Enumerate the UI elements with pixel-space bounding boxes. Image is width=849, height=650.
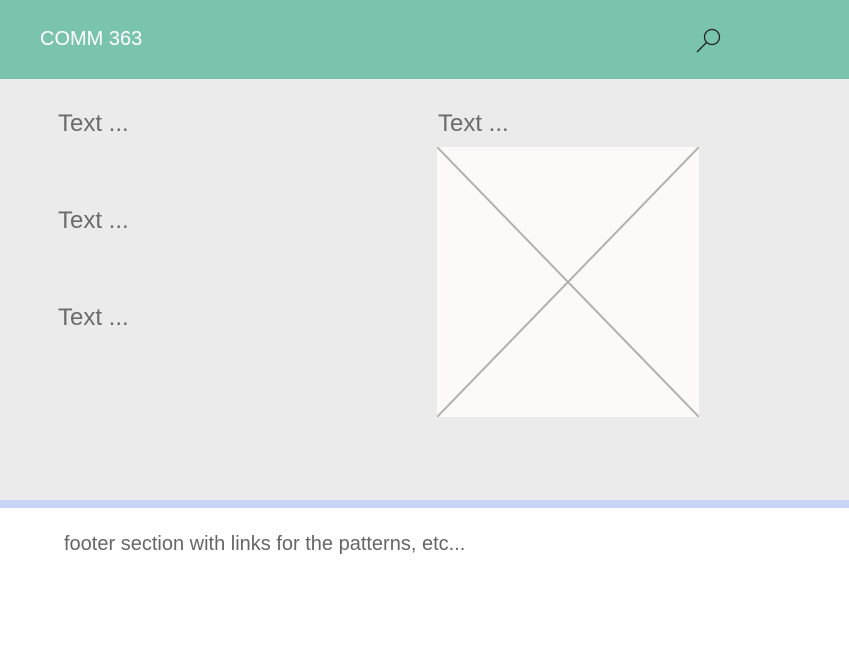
right-text-label: Text ... [438,110,509,137]
footer: footer section with links for the patter… [0,508,849,650]
search-icon[interactable] [695,27,723,53]
site-title[interactable]: COMM 363 [40,27,142,51]
main-content: Text ... Text ... Text ... Text ... [0,79,849,500]
left-text-item-1: Text ... [58,110,129,137]
left-text-item-2: Text ... [58,207,129,234]
left-text-item-3: Text ... [58,304,129,331]
footer-divider [0,500,849,508]
image-placeholder [437,147,699,417]
footer-text: footer section with links for the patter… [64,533,466,555]
header-bar: COMM 363 [0,0,849,79]
